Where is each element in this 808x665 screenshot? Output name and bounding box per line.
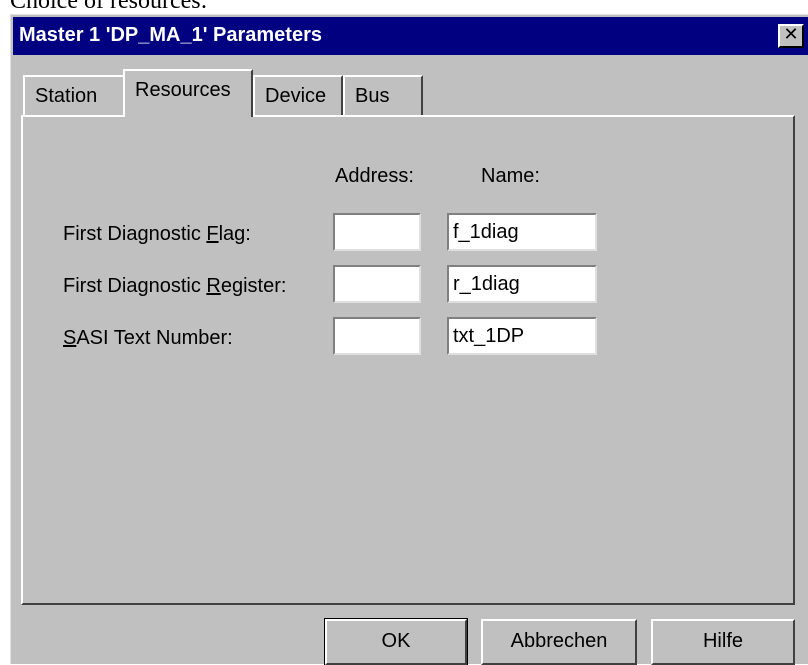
ok-button[interactable]: OK	[324, 618, 468, 665]
help-button-label: Hilfe	[702, 630, 743, 652]
sasi-text-number-label: SASI Text Number:	[63, 327, 233, 349]
first-diagnostic-flag-address-input[interactable]	[333, 213, 421, 251]
cancel-button-label: Abbrechen	[510, 630, 608, 652]
tab-bus[interactable]: Bus	[343, 75, 423, 115]
sasi-text-number-name-input[interactable]	[447, 317, 597, 355]
first-diagnostic-register-address-input[interactable]	[333, 265, 421, 303]
tab-station[interactable]: Station	[23, 75, 133, 115]
tab-station-label: Station	[35, 85, 98, 107]
tab-resources[interactable]: Resources	[123, 69, 253, 117]
window-title: Master 1 'DP_MA_1' Parameters	[19, 24, 322, 46]
close-button[interactable]: ✕	[778, 24, 804, 48]
parameters-dialog: Master 1 'DP_MA_1' Parameters ✕ Station …	[10, 14, 808, 665]
resources-panel: Address: Name: First Diagnostic Flag: Fi…	[21, 115, 795, 605]
ok-button-label: OK	[381, 630, 411, 652]
tab-device[interactable]: Device	[253, 75, 343, 115]
close-icon: ✕	[783, 24, 799, 45]
cancel-button[interactable]: Abbrechen	[481, 619, 637, 665]
first-diagnostic-flag-label: First Diagnostic Flag:	[63, 223, 251, 245]
first-diagnostic-register-name-input[interactable]	[447, 265, 597, 303]
title-bar[interactable]: Master 1 'DP_MA_1' Parameters ✕	[13, 17, 808, 55]
address-column-header: Address:	[335, 165, 414, 187]
tab-bus-label: Bus	[355, 85, 390, 107]
name-column-header: Name:	[481, 165, 540, 187]
sasi-text-number-address-input[interactable]	[333, 317, 421, 355]
caption-text: Choice of resources:	[10, 0, 208, 14]
first-diagnostic-register-label: First Diagnostic Register:	[63, 275, 287, 297]
tab-resources-label: Resources	[135, 79, 231, 101]
help-button[interactable]: Hilfe	[651, 619, 795, 665]
tab-device-label: Device	[265, 85, 327, 107]
first-diagnostic-flag-name-input[interactable]	[447, 213, 597, 251]
